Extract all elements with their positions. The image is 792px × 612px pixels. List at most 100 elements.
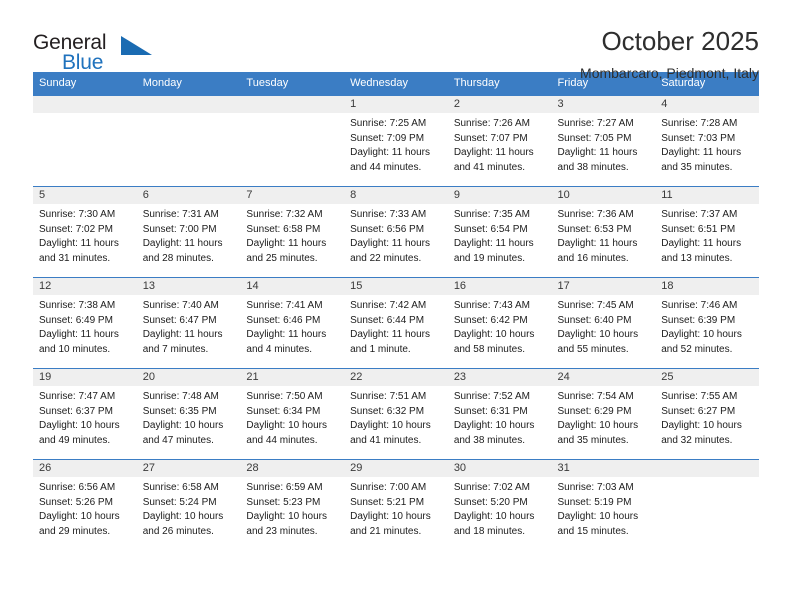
day-number <box>136 96 241 113</box>
daylight-text-line1: Daylight: 10 hours <box>39 420 120 431</box>
daylight-text-line1: Daylight: 11 hours <box>246 238 327 249</box>
general-blue-logo[interactable]: General Blue <box>33 28 163 76</box>
calendar-day-cell[interactable]: 2 Sunrise: 7:26 AM Sunset: 7:07 PM Daylight… <box>447 95 552 187</box>
sunset-text: Sunset: 6:35 PM <box>142 405 217 417</box>
daylight-text-line2: and 16 minutes. <box>557 252 629 264</box>
calendar-day-cell[interactable]: 15 Sunrise: 7:42 AM Sunset: 6:44 PM Dayligh… <box>344 277 448 369</box>
daylight-text-line1: Daylight: 10 hours <box>246 511 328 522</box>
day-number <box>655 460 759 477</box>
calendar-day-cell-empty <box>136 95 241 187</box>
calendar-day-cell[interactable]: 10 Sunrise: 7:36 AM Sunset: 6:53 PM Dayligh… <box>551 186 656 278</box>
daylight-text-line2: and 21 minutes. <box>350 525 422 537</box>
calendar-day-cell[interactable]: 1 Sunrise: 7:25 AM Sunset: 7:09 PM Daylight… <box>344 95 448 187</box>
calendar-day-cell[interactable]: 9 Sunrise: 7:35 AM Sunset: 6:54 PM Daylight… <box>447 186 552 278</box>
daylight-text-line2: and 32 minutes. <box>661 434 733 446</box>
calendar-day-cell[interactable]: 3 Sunrise: 7:27 AM Sunset: 7:05 PM Daylight… <box>551 95 656 187</box>
day-details: Sunrise: 7:35 AM Sunset: 6:54 PM Daylight:… <box>448 204 552 266</box>
sunset-text: Sunset: 7:03 PM <box>661 132 736 144</box>
day-number: 9 <box>447 187 552 204</box>
sunrise-text: Sunrise: 7:27 AM <box>557 118 634 129</box>
daylight-text-line2: and 28 minutes. <box>142 252 214 264</box>
daylight-text-line1: Daylight: 10 hours <box>661 329 742 340</box>
calendar-day-cell[interactable]: 28 Sunrise: 6:59 AM Sunset: 5:23 PM Dayligh… <box>240 459 345 550</box>
calendar-day-cell[interactable]: 22 Sunrise: 7:51 AM Sunset: 6:32 PM Dayligh… <box>344 368 448 460</box>
day-number: 8 <box>344 187 448 204</box>
sunset-text: Sunset: 6:51 PM <box>661 223 736 235</box>
day-number: 17 <box>551 278 656 295</box>
daylight-text-line1: Daylight: 10 hours <box>350 511 431 522</box>
day-number: 5 <box>33 187 137 204</box>
day-cell-inner: 30 Sunrise: 7:02 AM Sunset: 5:20 PM Dayligh… <box>447 460 552 550</box>
calendar-day-cell[interactable]: 30 Sunrise: 7:02 AM Sunset: 5:20 PM Dayligh… <box>447 459 552 550</box>
calendar-day-cell[interactable]: 26 Sunrise: 6:56 AM Sunset: 5:26 PM Dayligh… <box>33 459 137 550</box>
day-details: Sunrise: 7:03 AM Sunset: 5:19 PM Daylight:… <box>552 477 656 539</box>
day-details: Sunrise: 7:28 AM Sunset: 7:03 PM Daylight:… <box>655 113 759 175</box>
calendar-day-cell[interactable]: 24 Sunrise: 7:54 AM Sunset: 6:29 PM Dayligh… <box>551 368 656 460</box>
daylight-text-line2: and 10 minutes. <box>39 343 111 355</box>
day-details: Sunrise: 7:30 AM Sunset: 7:02 PM Daylight:… <box>33 204 137 266</box>
day-cell-inner: 7 Sunrise: 7:32 AM Sunset: 6:58 PM Daylight… <box>240 187 345 277</box>
calendar-day-cell[interactable]: 27 Sunrise: 6:58 AM Sunset: 5:24 PM Dayligh… <box>136 459 241 550</box>
sunset-text: Sunset: 5:26 PM <box>39 496 113 508</box>
day-details <box>240 113 344 117</box>
calendar-day-cell[interactable]: 25 Sunrise: 7:55 AM Sunset: 6:27 PM Dayligh… <box>655 368 759 460</box>
daylight-text-line1: Daylight: 10 hours <box>246 420 328 431</box>
sunset-text: Sunset: 5:20 PM <box>453 496 528 508</box>
daylight-text-line2: and 47 minutes. <box>142 434 214 446</box>
sunset-text: Sunset: 6:47 PM <box>142 314 217 326</box>
day-details: Sunrise: 7:48 AM Sunset: 6:35 PM Daylight:… <box>137 386 241 448</box>
day-number: 29 <box>344 460 448 477</box>
day-number: 30 <box>447 460 552 477</box>
calendar-day-cell[interactable]: 18 Sunrise: 7:46 AM Sunset: 6:39 PM Dayligh… <box>655 277 759 369</box>
day-cell-inner: 27 Sunrise: 6:58 AM Sunset: 5:24 PM Dayligh… <box>136 460 241 550</box>
calendar-day-cell[interactable]: 17 Sunrise: 7:45 AM Sunset: 6:40 PM Dayligh… <box>551 277 656 369</box>
sunrise-text: Sunrise: 7:50 AM <box>246 391 323 402</box>
calendar-day-cell[interactable]: 20 Sunrise: 7:48 AM Sunset: 6:35 PM Dayligh… <box>136 368 241 460</box>
day-cell-inner: 26 Sunrise: 6:56 AM Sunset: 5:26 PM Dayligh… <box>33 460 137 550</box>
daylight-text-line1: Daylight: 10 hours <box>557 511 639 522</box>
day-details: Sunrise: 7:55 AM Sunset: 6:27 PM Daylight:… <box>655 386 759 448</box>
day-number: 7 <box>240 187 345 204</box>
daylight-text-line1: Daylight: 10 hours <box>557 420 639 431</box>
sunset-text: Sunset: 6:40 PM <box>557 314 632 326</box>
calendar-day-cell[interactable]: 19 Sunrise: 7:47 AM Sunset: 6:37 PM Dayligh… <box>33 368 137 460</box>
daylight-text-line2: and 23 minutes. <box>246 525 318 537</box>
sunrise-text: Sunrise: 7:46 AM <box>661 300 738 311</box>
day-number: 14 <box>240 278 345 295</box>
calendar-day-cell[interactable]: 5 Sunrise: 7:30 AM Sunset: 7:02 PM Daylight… <box>33 186 137 278</box>
sunrise-text: Sunrise: 7:42 AM <box>350 300 427 311</box>
day-details <box>33 113 137 117</box>
sunrise-text: Sunrise: 7:55 AM <box>661 391 738 402</box>
calendar-day-cell[interactable]: 29 Sunrise: 7:00 AM Sunset: 5:21 PM Dayligh… <box>344 459 448 550</box>
sunrise-text: Sunrise: 7:45 AM <box>557 300 634 311</box>
daylight-text-line1: Daylight: 10 hours <box>661 420 742 431</box>
calendar-day-cell[interactable]: 16 Sunrise: 7:43 AM Sunset: 6:42 PM Dayligh… <box>447 277 552 369</box>
day-number: 1 <box>344 96 448 113</box>
calendar-day-cell[interactable]: 31 Sunrise: 7:03 AM Sunset: 5:19 PM Dayligh… <box>551 459 656 550</box>
day-details: Sunrise: 6:58 AM Sunset: 5:24 PM Daylight:… <box>137 477 241 539</box>
calendar-day-cell[interactable]: 6 Sunrise: 7:31 AM Sunset: 7:00 PM Daylight… <box>136 186 241 278</box>
weekday-header-thursday: Thursday <box>447 72 552 96</box>
calendar-day-cell[interactable]: 23 Sunrise: 7:52 AM Sunset: 6:31 PM Dayligh… <box>447 368 552 460</box>
sunrise-text: Sunrise: 7:31 AM <box>142 209 219 220</box>
sunrise-text: Sunrise: 7:25 AM <box>350 118 427 129</box>
calendar-day-cell[interactable]: 8 Sunrise: 7:33 AM Sunset: 6:56 PM Daylight… <box>344 186 448 278</box>
sunrise-text: Sunrise: 7:26 AM <box>453 118 530 129</box>
calendar-day-cell[interactable]: 4 Sunrise: 7:28 AM Sunset: 7:03 PM Daylight… <box>655 95 759 187</box>
calendar-day-cell[interactable]: 14 Sunrise: 7:41 AM Sunset: 6:46 PM Dayligh… <box>240 277 345 369</box>
weekday-header-wednesday: Wednesday <box>344 72 448 96</box>
day-details: Sunrise: 7:26 AM Sunset: 7:07 PM Daylight:… <box>448 113 552 175</box>
day-cell-inner: 9 Sunrise: 7:35 AM Sunset: 6:54 PM Daylight… <box>447 187 552 277</box>
calendar-day-cell[interactable]: 13 Sunrise: 7:40 AM Sunset: 6:47 PM Dayligh… <box>136 277 241 369</box>
calendar-day-cell[interactable]: 12 Sunrise: 7:38 AM Sunset: 6:49 PM Dayligh… <box>33 277 137 369</box>
sunset-text: Sunset: 6:42 PM <box>453 314 528 326</box>
daylight-text-line2: and 22 minutes. <box>350 252 422 264</box>
day-number: 26 <box>33 460 137 477</box>
day-number: 24 <box>551 369 656 386</box>
daylight-text-line2: and 4 minutes. <box>246 343 313 355</box>
calendar-day-cell[interactable]: 7 Sunrise: 7:32 AM Sunset: 6:58 PM Daylight… <box>240 186 345 278</box>
sunset-text: Sunset: 6:53 PM <box>557 223 632 235</box>
sunset-text: Sunset: 6:46 PM <box>246 314 321 326</box>
calendar-day-cell[interactable]: 11 Sunrise: 7:37 AM Sunset: 6:51 PM Dayligh… <box>655 186 759 278</box>
calendar-day-cell[interactable]: 21 Sunrise: 7:50 AM Sunset: 6:34 PM Dayligh… <box>240 368 345 460</box>
